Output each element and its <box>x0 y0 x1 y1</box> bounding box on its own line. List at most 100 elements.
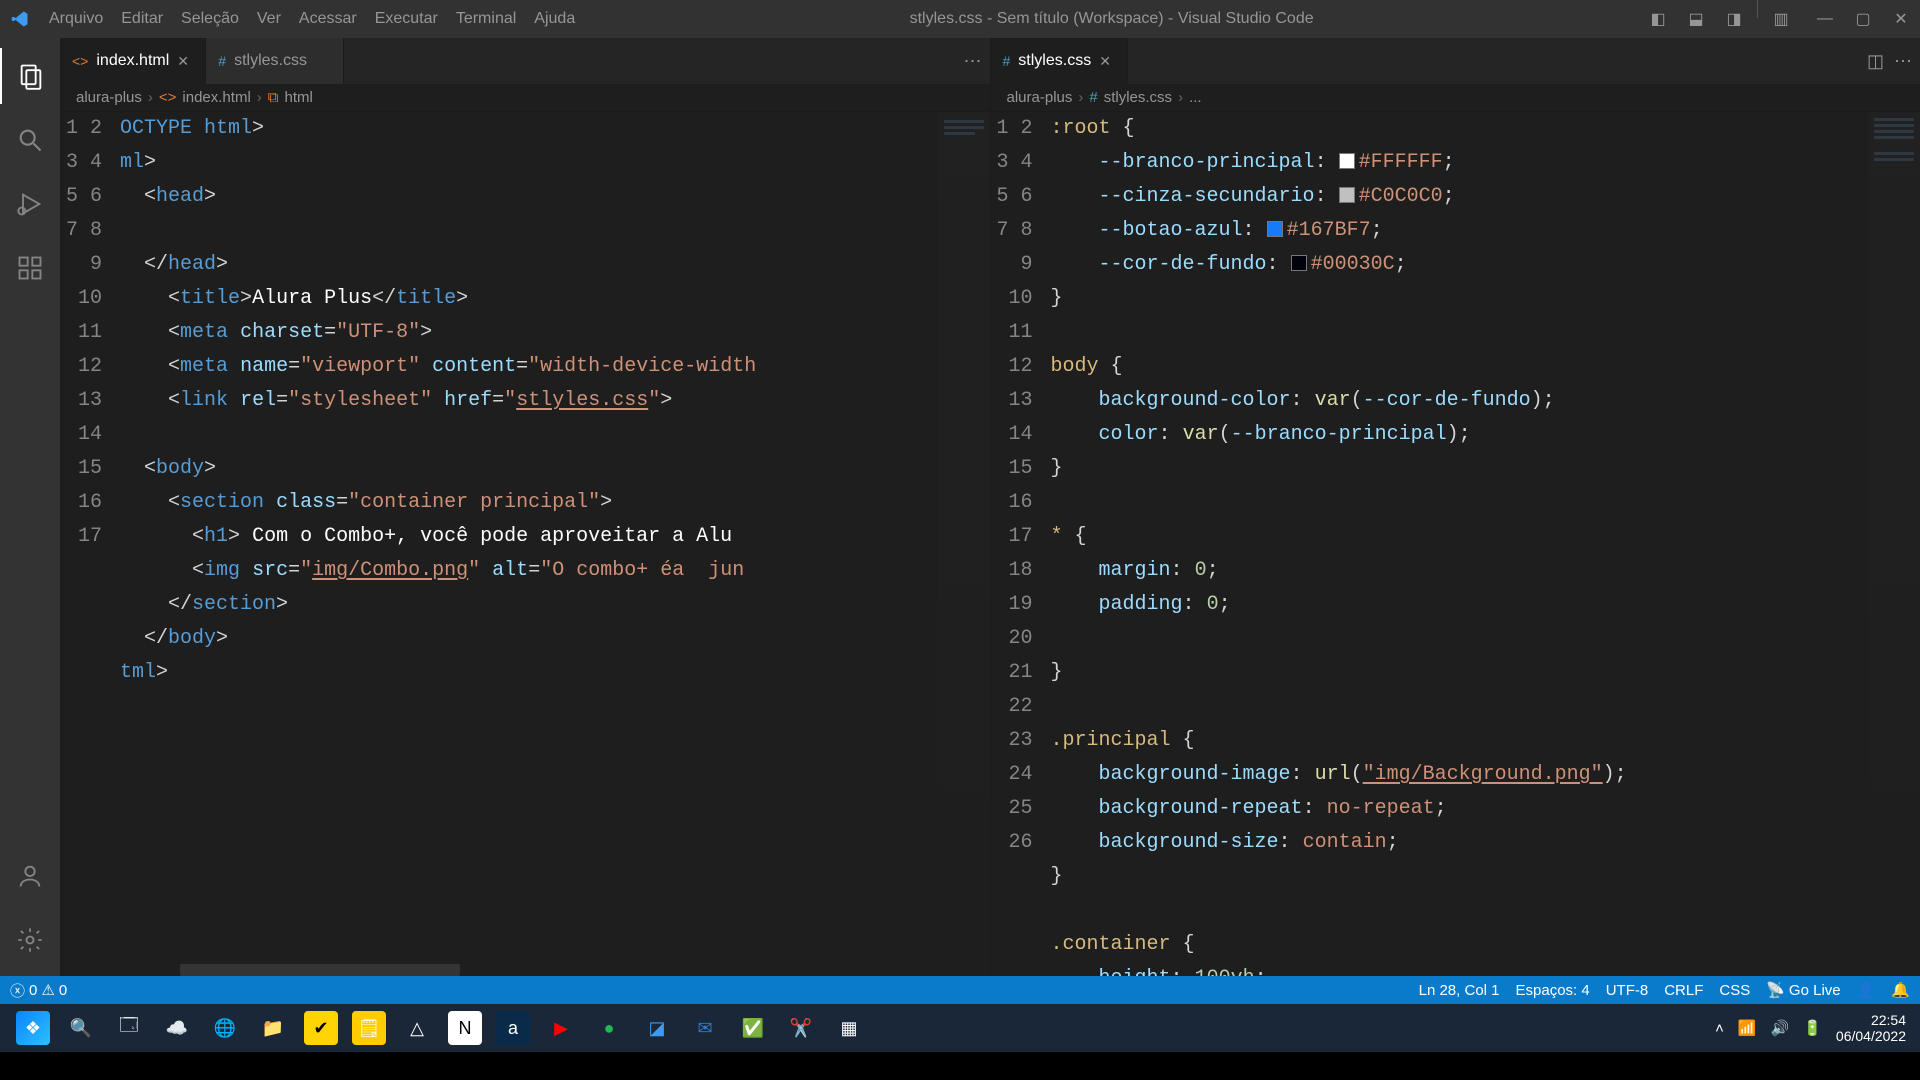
menu-bar: Arquivo Editar Seleção Ver Acessar Execu… <box>40 10 584 28</box>
code-editor-left[interactable]: 1 2 3 4 5 6 7 8 9 10 11 12 13 14 15 16 1… <box>60 112 990 976</box>
todo-icon[interactable]: ✅ <box>736 1011 770 1045</box>
tray-volume-icon[interactable]: 🔊 <box>1771 1019 1790 1037</box>
menu-ver[interactable]: Ver <box>248 10 290 28</box>
sticky-notes-icon[interactable]: 🗒 <box>352 1011 386 1045</box>
window-minimize-button[interactable]: ― <box>1806 0 1844 38</box>
close-icon[interactable]: ✕ <box>177 53 193 70</box>
task-view-icon[interactable]: 🗔 <box>112 1011 146 1045</box>
title-bar: Arquivo Editar Seleção Ver Acessar Execu… <box>0 0 1920 38</box>
window-maximize-button[interactable]: ▢ <box>1844 0 1882 38</box>
css-file-icon: # <box>1003 53 1011 69</box>
menu-executar[interactable]: Executar <box>366 10 447 28</box>
split-editor-icon[interactable]: ◫ <box>1867 51 1884 72</box>
extensions-icon[interactable] <box>0 240 60 296</box>
more-actions-icon[interactable]: ⋯ <box>1894 51 1912 72</box>
accounts-icon[interactable] <box>0 848 60 904</box>
status-encoding[interactable]: UTF-8 <box>1606 982 1649 999</box>
explorer-icon[interactable] <box>0 48 60 104</box>
spotify-icon[interactable]: ● <box>592 1011 626 1045</box>
breadcrumb-node[interactable]: html <box>285 89 313 106</box>
html-file-icon: <> <box>72 53 88 69</box>
edge-icon[interactable]: 🌐 <box>208 1011 242 1045</box>
editor-right: # stlyles.css ✕ ◫ ⋯ alura-plus › # stlyl… <box>991 38 1920 976</box>
tab-label: stlyles.css <box>234 52 307 70</box>
windows-taskbar: ❖ 🔍 🗔 ☁️ 🌐 📁 ✔ 🗒 △ N a ▶ ● ◪ ✉ ✅ ✂️ ▦ ˄ … <box>0 1004 1920 1052</box>
activity-bar <box>0 38 60 976</box>
menu-terminal[interactable]: Terminal <box>447 10 525 28</box>
window-close-button[interactable]: ✕ <box>1882 0 1920 38</box>
layout-sidebar-right-icon[interactable]: ◨ <box>1715 0 1753 38</box>
clock-date: 06/04/2022 <box>1836 1028 1906 1044</box>
youtube-icon[interactable]: ▶ <box>544 1011 578 1045</box>
code-lines[interactable]: OCTYPE html> ml> <head> </head> <title>A… <box>120 112 990 976</box>
status-golive[interactable]: 📡Go Live <box>1766 981 1840 999</box>
window-title: stlyles.css - Sem título (Workspace) - V… <box>584 10 1639 28</box>
layout-customize-icon[interactable]: ▥ <box>1762 0 1800 38</box>
menu-editar[interactable]: Editar <box>112 10 172 28</box>
tab-stlyles-css-right[interactable]: # stlyles.css ✕ <box>991 38 1129 84</box>
clock-time: 22:54 <box>1836 1012 1906 1028</box>
tab-index-html[interactable]: <> index.html ✕ <box>60 38 206 84</box>
editor-left: <> index.html ✕ # stlyles.css ⋯ alura-pl… <box>60 38 991 976</box>
chevron-right-icon: › <box>148 89 153 106</box>
breadcrumbs-left[interactable]: alura-plus › <> index.html › ⧉ html <box>60 84 990 112</box>
file-explorer-icon[interactable]: 📁 <box>256 1011 290 1045</box>
close-icon[interactable]: ✕ <box>1099 53 1115 70</box>
alura-icon[interactable]: a <box>496 1011 530 1045</box>
breadcrumbs-right[interactable]: alura-plus › # stlyles.css › ... <box>991 84 1920 112</box>
minimap[interactable] <box>938 112 990 976</box>
tab-stlyles-css[interactable]: # stlyles.css <box>206 38 344 84</box>
status-bell-icon[interactable]: 🔔 <box>1891 981 1910 999</box>
chevron-right-icon: › <box>1078 89 1083 106</box>
breadcrumb-file[interactable]: index.html <box>182 89 250 106</box>
norton-icon[interactable]: ✔ <box>304 1011 338 1045</box>
breadcrumb-node[interactable]: ... <box>1189 89 1202 106</box>
settings-gear-icon[interactable] <box>0 912 60 968</box>
css-file-icon: # <box>1089 89 1097 106</box>
chevron-right-icon: › <box>257 89 262 106</box>
start-menu-icon[interactable]: ❖ <box>16 1011 50 1045</box>
status-eol[interactable]: CRLF <box>1664 982 1703 999</box>
more-actions-icon[interactable]: ⋯ <box>964 51 982 72</box>
onedrive-icon[interactable]: ☁️ <box>160 1011 194 1045</box>
vscode-taskbar-icon[interactable]: ◪ <box>640 1011 674 1045</box>
status-lncol[interactable]: Ln 28, Col 1 <box>1419 982 1500 999</box>
breadcrumb-root[interactable]: alura-plus <box>1007 89 1073 106</box>
status-spaces[interactable]: Espaços: 4 <box>1516 982 1590 999</box>
menu-acessar[interactable]: Acessar <box>290 10 366 28</box>
menu-ajuda[interactable]: Ajuda <box>525 10 584 28</box>
breadcrumb-root[interactable]: alura-plus <box>76 89 142 106</box>
code-editor-right[interactable]: 1 2 3 4 5 6 7 8 9 10 11 12 13 14 15 16 1… <box>991 112 1920 976</box>
code-lines[interactable]: :root { --branco-principal: #FFFFFF; --c… <box>1051 112 1920 976</box>
breadcrumb-file[interactable]: stlyles.css <box>1104 89 1172 106</box>
layout-panel-icon[interactable]: ⬓ <box>1677 0 1715 38</box>
line-gutter: 1 2 3 4 5 6 7 8 9 10 11 12 13 14 15 16 1… <box>991 112 1051 976</box>
html-file-icon: <> <box>159 89 177 106</box>
chevron-right-icon: › <box>1178 89 1183 106</box>
notion-icon[interactable]: N <box>448 1011 482 1045</box>
google-drive-icon[interactable]: △ <box>400 1011 434 1045</box>
outlook-icon[interactable]: ✉ <box>688 1011 722 1045</box>
minimap[interactable] <box>1868 112 1920 976</box>
menu-selecao[interactable]: Seleção <box>172 10 248 28</box>
search-icon[interactable] <box>0 112 60 168</box>
app-icon[interactable]: ▦ <box>832 1011 866 1045</box>
run-debug-icon[interactable] <box>0 176 60 232</box>
status-language[interactable]: CSS <box>1719 982 1750 999</box>
close-icon[interactable] <box>315 53 331 69</box>
error-icon: ⓧ <box>10 980 25 1001</box>
status-feedback-icon[interactable]: 👤 <box>1857 981 1876 999</box>
status-errors[interactable]: ⓧ0⚠0 <box>10 980 67 1001</box>
menu-arquivo[interactable]: Arquivo <box>40 10 112 28</box>
broadcast-icon: 📡 <box>1766 981 1785 999</box>
taskbar-search-icon[interactable]: 🔍 <box>64 1011 98 1045</box>
layout-sidebar-left-icon[interactable]: ◧ <box>1639 0 1677 38</box>
system-tray: ˄ 📶 🔊 🔋 22:54 06/04/2022 <box>1715 1012 1910 1044</box>
snipping-tool-icon[interactable]: ✂️ <box>784 1011 818 1045</box>
tray-chevron-icon[interactable]: ˄ <box>1715 1020 1724 1037</box>
tab-bar-right: # stlyles.css ✕ ◫ ⋯ <box>991 38 1920 84</box>
horizontal-scrollbar[interactable] <box>180 964 460 976</box>
tray-battery-icon[interactable]: 🔋 <box>1803 1019 1822 1037</box>
taskbar-clock[interactable]: 22:54 06/04/2022 <box>1836 1012 1910 1044</box>
tray-wifi-icon[interactable]: 📶 <box>1738 1019 1757 1037</box>
